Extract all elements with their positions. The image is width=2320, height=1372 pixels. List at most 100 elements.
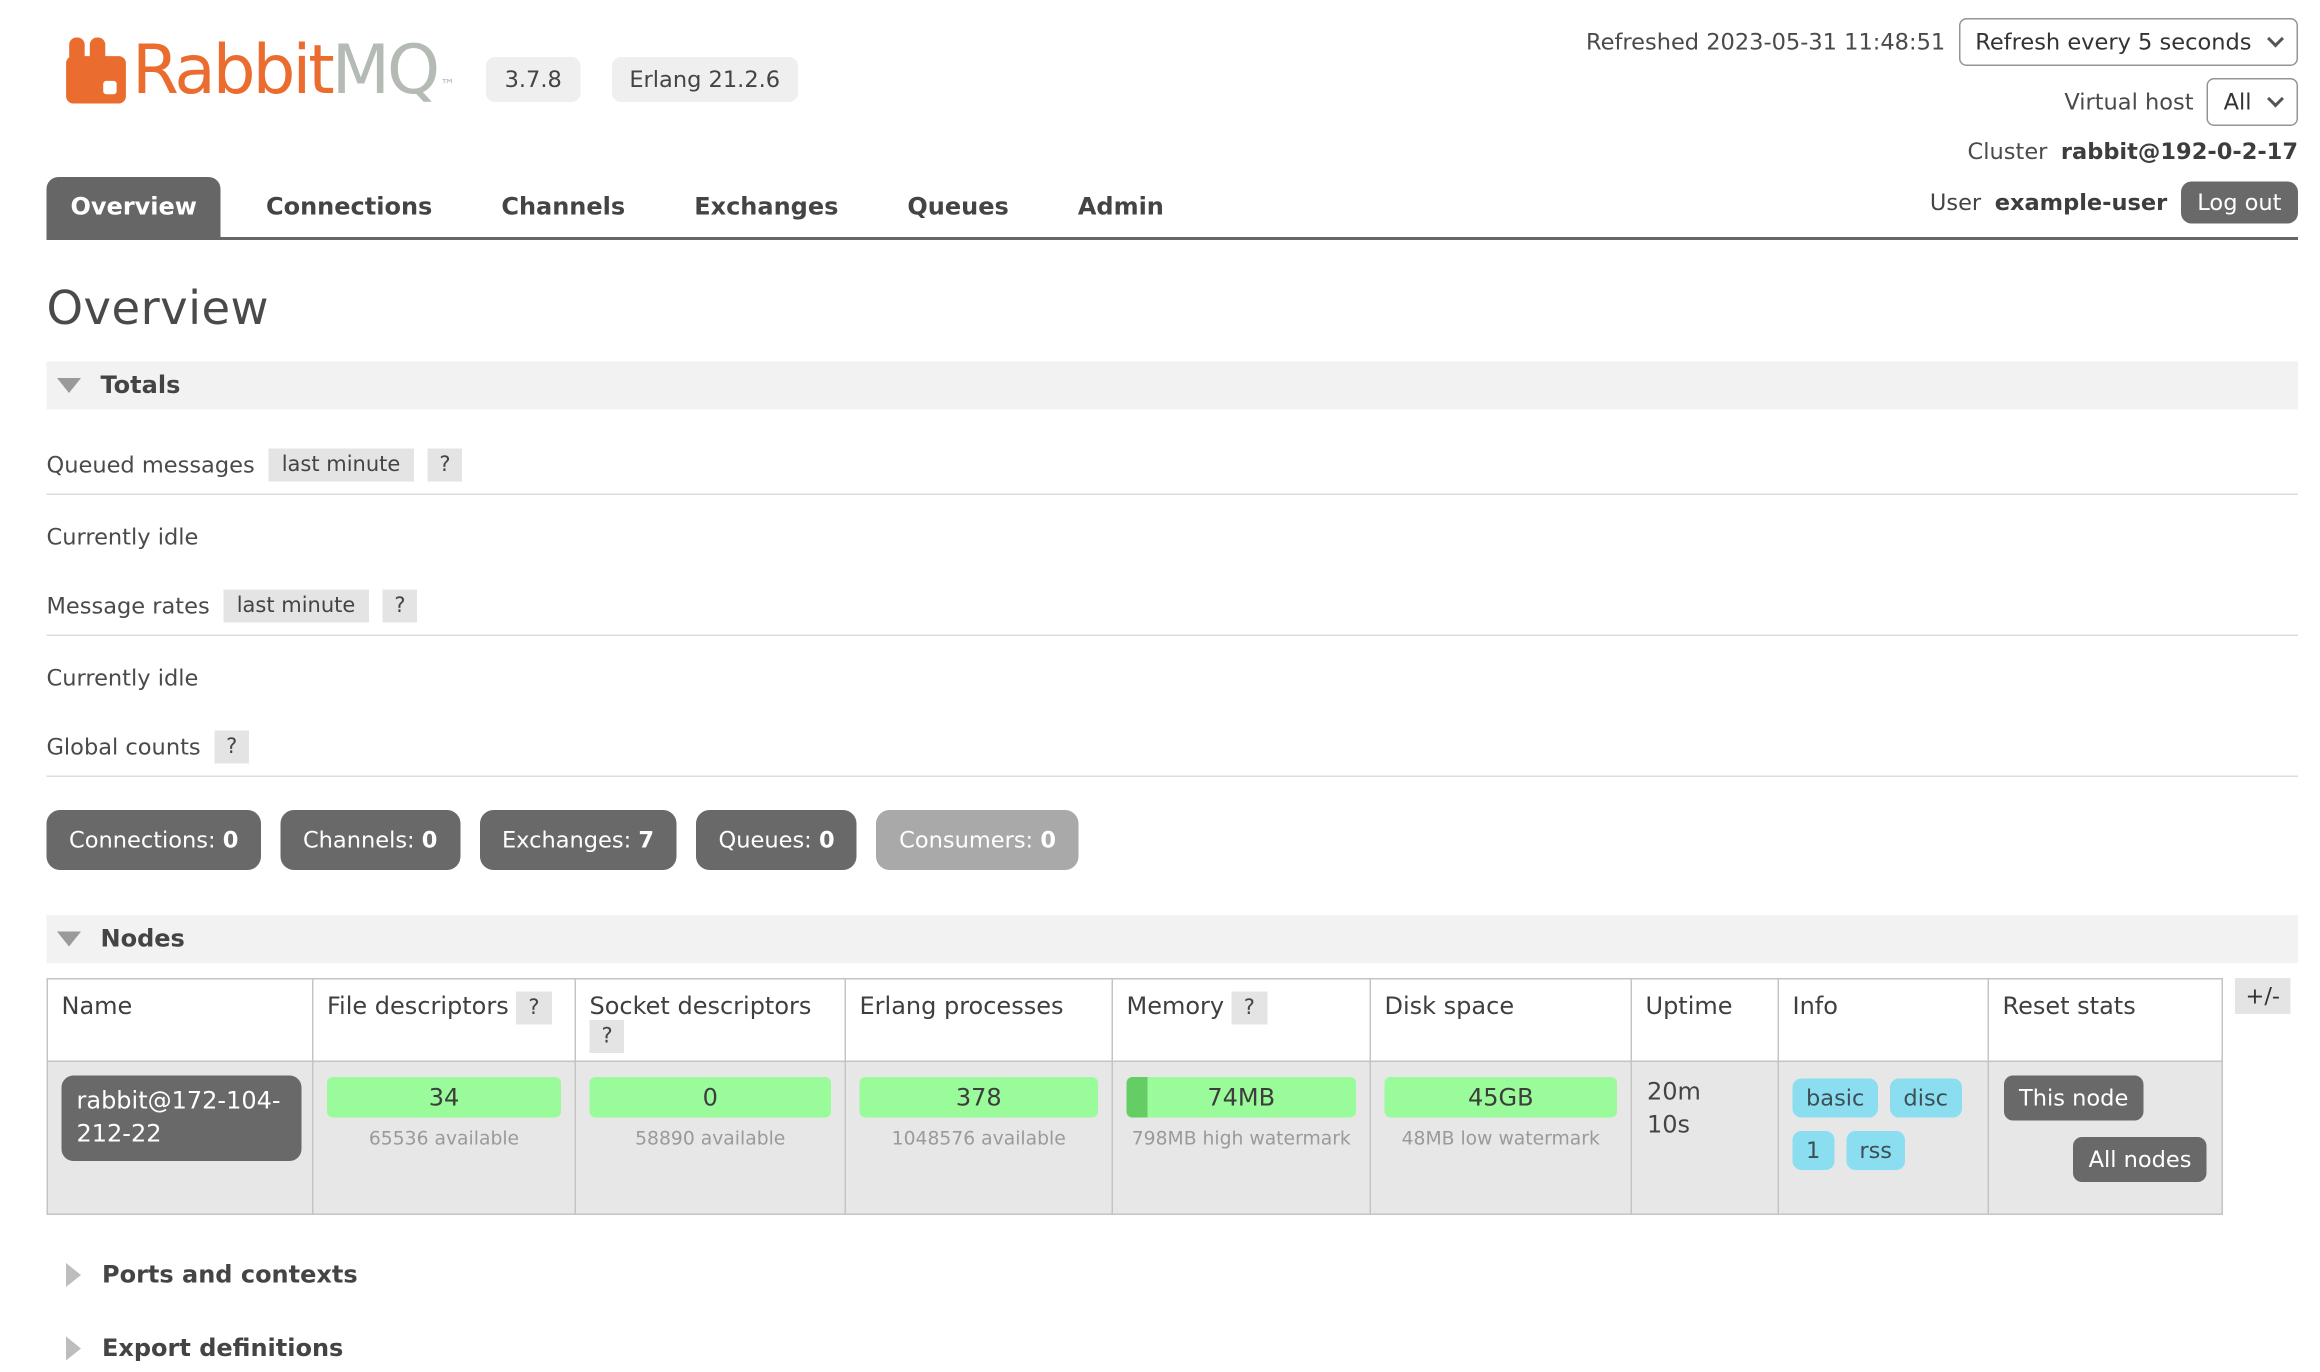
tab-connections[interactable]: Connections xyxy=(242,177,456,237)
header-status-column: Refreshed 2023-05-31 11:48:51 Refresh ev… xyxy=(1586,18,2298,165)
tab-channels[interactable]: Channels xyxy=(477,177,649,237)
refresh-interval-value: Refresh every 5 seconds xyxy=(1975,29,2251,56)
socket-descriptors-cell: 0 58890 available xyxy=(575,1061,845,1214)
tab-admin[interactable]: Admin xyxy=(1054,177,1188,237)
node-row: rabbit@172-104-212-22 34 65536 available… xyxy=(47,1061,2222,1214)
nodes-table-wrap: Name File descriptors ? Socket descripto… xyxy=(47,978,2299,1215)
erlang-processes-detail: 1048576 available xyxy=(857,1127,1102,1150)
user-row: User example-user Log out xyxy=(1930,182,2298,224)
version-badge: 3.7.8 xyxy=(487,57,580,102)
virtual-host-select[interactable]: All xyxy=(2207,78,2298,126)
virtual-host-label: Virtual host xyxy=(2064,89,2193,116)
node-name-cell: rabbit@172-104-212-22 xyxy=(47,1061,313,1214)
file-descriptors-help-icon[interactable]: ? xyxy=(516,992,551,1025)
reset-this-node-button[interactable]: This node xyxy=(2004,1076,2143,1121)
uptime-cell: 20m10s xyxy=(1631,1061,1778,1214)
queued-messages-help-icon[interactable]: ? xyxy=(427,449,462,482)
tab-queues[interactable]: Queues xyxy=(883,177,1032,237)
nodes-section-header[interactable]: Nodes xyxy=(47,915,2299,963)
disk-space-cell: 45GB 48MB low watermark xyxy=(1370,1061,1631,1214)
totals-section-header[interactable]: Totals xyxy=(47,362,2299,410)
message-rates-filter[interactable]: last minute xyxy=(223,590,369,623)
memory-help-icon[interactable]: ? xyxy=(1232,992,1267,1025)
user-label: User xyxy=(1930,189,1981,216)
reset-buttons: This node All nodes xyxy=(2000,1076,2212,1183)
info-cell: basic disc 1 rss xyxy=(1778,1061,1988,1214)
socket-descriptors-detail: 58890 available xyxy=(587,1127,835,1150)
nodes-section-title: Nodes xyxy=(101,924,185,953)
brand-block: RabbitMQ ™ 3.7.8 Erlang 21.2.6 xyxy=(66,38,798,104)
virtual-host-row: Virtual host All xyxy=(2064,78,2298,126)
uptime-minutes: 20m xyxy=(1647,1077,1701,1106)
info-badge-rss: rss xyxy=(1846,1131,1906,1170)
global-counts-badges: Connections: 0 Channels: 0 Exchanges: 7 … xyxy=(47,810,2299,870)
trademark-symbol: ™ xyxy=(440,78,455,95)
refresh-interval-select[interactable]: Refresh every 5 seconds xyxy=(1959,18,2298,66)
col-erlang-processes-label: Erlang processes xyxy=(860,992,1064,1021)
queues-count-badge: Queues: 0 xyxy=(696,810,857,870)
info-badge-1: 1 xyxy=(1793,1131,1834,1170)
socket-descriptors-value: 0 xyxy=(703,1083,718,1112)
uptime-value: 20m10s xyxy=(1643,1076,1768,1143)
info-badges-row-1: basic disc xyxy=(1793,1079,1978,1118)
connections-count-badge: Connections: 0 xyxy=(47,810,261,870)
global-counts-row: Global counts ? xyxy=(47,731,2299,778)
queues-count-label: Queues: xyxy=(719,827,812,854)
info-badges-row-2: 1 rss xyxy=(1793,1131,1978,1170)
brand-rabbit: Rabbit xyxy=(132,30,332,110)
col-disk-space: Disk space xyxy=(1370,979,1631,1062)
queued-messages-filter[interactable]: last minute xyxy=(268,449,414,482)
file-descriptors-value: 34 xyxy=(429,1083,460,1112)
col-memory: Memory ? xyxy=(1112,979,1370,1062)
ports-and-contexts-label: Ports and contexts xyxy=(102,1260,358,1289)
channels-count-value: 0 xyxy=(422,827,438,854)
message-rates-help-icon[interactable]: ? xyxy=(382,590,417,623)
rabbit-icon xyxy=(66,38,126,104)
tab-exchanges[interactable]: Exchanges xyxy=(670,177,862,237)
info-badge-disc: disc xyxy=(1890,1079,1962,1118)
global-counts-help-icon[interactable]: ? xyxy=(214,731,249,764)
reset-all-nodes-button[interactable]: All nodes xyxy=(2074,1137,2207,1182)
ports-and-contexts-section[interactable]: Ports and contexts xyxy=(66,1260,2298,1289)
col-file-descriptors: File descriptors ? xyxy=(313,979,576,1062)
expand-triangle-icon xyxy=(66,1262,81,1286)
exchanges-count-label: Exchanges: xyxy=(502,827,631,854)
export-definitions-section[interactable]: Export definitions xyxy=(66,1334,2298,1363)
col-memory-label: Memory xyxy=(1127,992,1225,1021)
queues-count-value: 0 xyxy=(819,827,835,854)
exchanges-count-value: 7 xyxy=(638,827,654,854)
nodes-header-row: Name File descriptors ? Socket descripto… xyxy=(47,979,2222,1062)
erlang-version-badge: Erlang 21.2.6 xyxy=(611,57,798,102)
logout-button[interactable]: Log out xyxy=(2181,182,2298,224)
cluster-label: Cluster xyxy=(1968,138,2048,165)
tab-overview[interactable]: Overview xyxy=(47,177,221,237)
consumers-count-badge: Consumers: 0 xyxy=(877,810,1079,870)
file-descriptors-bar: 34 xyxy=(327,1077,561,1118)
chevron-down-icon xyxy=(2267,91,2284,108)
cluster-name: rabbit@192-0-2-17 xyxy=(2061,138,2298,165)
col-erlang-processes: Erlang processes xyxy=(845,979,1112,1062)
memory-detail: 798MB high watermark xyxy=(1124,1127,1360,1150)
column-toggle-button[interactable]: +/- xyxy=(2235,978,2291,1014)
col-name-label: Name xyxy=(62,992,133,1021)
queued-idle-text: Currently idle xyxy=(47,524,2299,551)
disk-space-bar: 45GB xyxy=(1385,1077,1618,1118)
socket-descriptors-help-icon[interactable]: ? xyxy=(590,1020,625,1053)
consumers-count-value: 0 xyxy=(1040,827,1056,854)
erlang-processes-cell: 378 1048576 available xyxy=(845,1061,1112,1214)
channels-count-label: Channels: xyxy=(303,827,415,854)
col-name: Name xyxy=(47,979,313,1062)
virtual-host-value: All xyxy=(2224,89,2252,116)
connections-count-value: 0 xyxy=(223,827,239,854)
tab-bar: Overview Connections Channels Exchanges … xyxy=(47,177,2299,240)
info-badge-basic: basic xyxy=(1793,1079,1878,1118)
col-socket-descriptors-label: Socket descriptors xyxy=(590,992,812,1021)
file-descriptors-cell: 34 65536 available xyxy=(313,1061,576,1214)
queued-messages-row: Queued messages last minute ? xyxy=(47,449,2299,496)
col-disk-space-label: Disk space xyxy=(1385,992,1515,1021)
col-uptime-label: Uptime xyxy=(1646,992,1733,1021)
global-counts-label: Global counts xyxy=(47,734,201,761)
chevron-down-icon xyxy=(2267,31,2284,48)
uptime-seconds: 10s xyxy=(1647,1111,1690,1140)
message-rates-label: Message rates xyxy=(47,593,210,620)
